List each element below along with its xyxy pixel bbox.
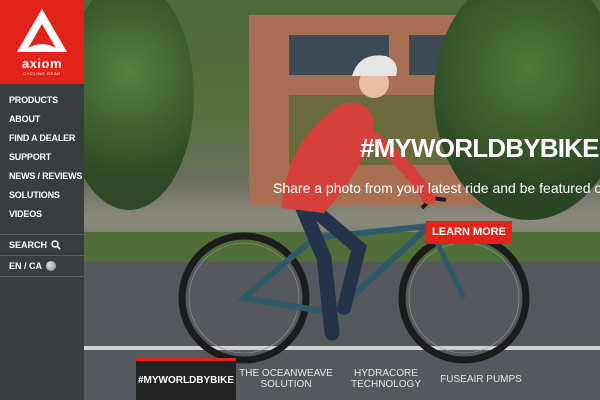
tab-label: HYDRACORE bbox=[354, 368, 418, 379]
tab-hydracore[interactable]: HYDRACORE TECHNOLOGY bbox=[336, 358, 436, 400]
search-link[interactable]: SEARCH bbox=[9, 238, 61, 252]
hero-subheadline: Share a photo from your latest ride and … bbox=[273, 180, 600, 196]
nav-item-about[interactable]: ABOUT bbox=[0, 110, 84, 129]
mountain-logo-icon bbox=[17, 9, 67, 52]
nav-item-news-reviews[interactable]: NEWS / REVIEWS bbox=[0, 167, 84, 186]
nav-item-find-a-dealer[interactable]: FIND A DEALER bbox=[0, 129, 84, 148]
search-icon bbox=[51, 240, 61, 250]
tab-label: TECHNOLOGY bbox=[350, 379, 421, 390]
globe-icon bbox=[46, 261, 57, 271]
tab-label: THE OCEANWEAVE bbox=[239, 368, 333, 379]
hero-banner: #MYWORLDBYBIKE Share a photo from your l… bbox=[84, 0, 600, 400]
nav-item-support[interactable]: SUPPORT bbox=[0, 148, 84, 167]
brand-tagline: CYCLING GEAR bbox=[23, 71, 61, 76]
nav-item-videos[interactable]: VIDEOS bbox=[0, 205, 84, 224]
tab-label: FUSEAIR PUMPS bbox=[440, 373, 522, 385]
brand-logo[interactable]: axiom CYCLING GEAR bbox=[0, 0, 84, 84]
main-nav: PRODUCTS ABOUT FIND A DEALER SUPPORT NEW… bbox=[0, 91, 84, 224]
locale-selector[interactable]: EN / CA bbox=[9, 259, 57, 273]
tab-label: #MYWORLDBYBIKE bbox=[137, 375, 235, 386]
locale-label: EN / CA bbox=[9, 261, 43, 271]
sidebar: axiom CYCLING GEAR PRODUCTS ABOUT FIND A… bbox=[0, 0, 84, 400]
search-label: SEARCH bbox=[9, 240, 48, 250]
nav-item-products[interactable]: PRODUCTS bbox=[0, 91, 84, 110]
tab-myworldbybike[interactable]: #MYWORLDBYBIKE bbox=[136, 358, 236, 400]
tab-label: SOLUTION bbox=[260, 379, 312, 390]
nav-divider bbox=[0, 276, 84, 277]
nav-divider bbox=[0, 255, 84, 256]
nav-divider bbox=[0, 234, 84, 235]
tab-oceanweave[interactable]: THE OCEANWEAVE SOLUTION bbox=[236, 358, 336, 400]
nav-item-solutions[interactable]: SOLUTIONS bbox=[0, 186, 84, 205]
feature-tabs: #MYWORLDBYBIKE THE OCEANWEAVE SOLUTION H… bbox=[136, 358, 526, 400]
hero-headline: #MYWORLDBYBIKE bbox=[360, 133, 600, 163]
tab-fuseair-pumps[interactable]: FUSEAIR PUMPS bbox=[436, 358, 526, 400]
cyclist-illustration bbox=[178, 55, 530, 364]
learn-more-button[interactable]: LEARN MORE bbox=[426, 221, 512, 244]
brand-name: axiom bbox=[21, 56, 63, 71]
